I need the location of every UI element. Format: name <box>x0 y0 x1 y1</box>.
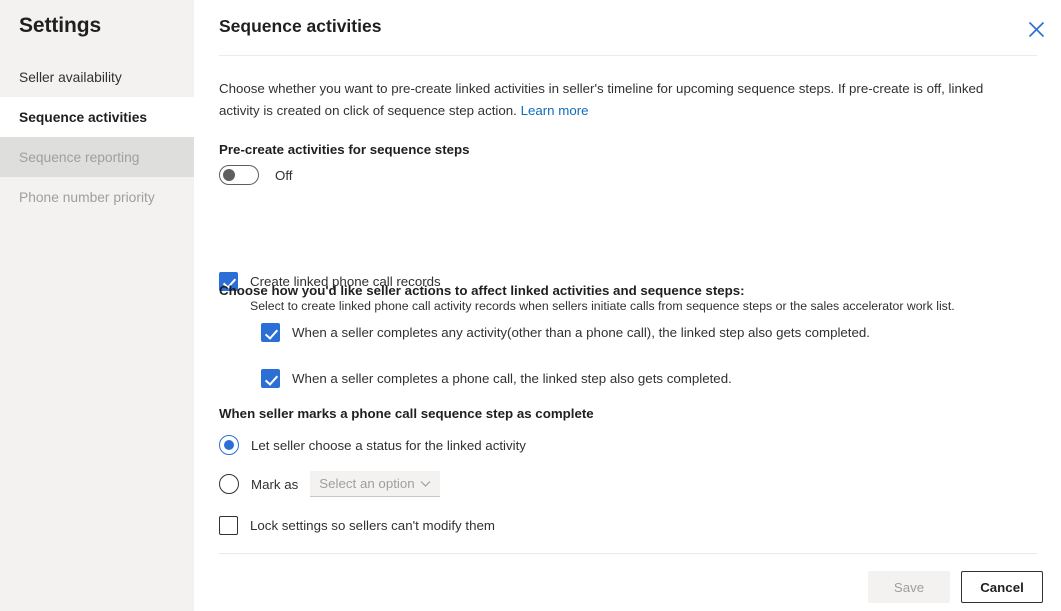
lock-settings-checkbox[interactable] <box>219 516 238 535</box>
sidebar-item-label: Seller availability <box>19 70 122 85</box>
seller-actions-heading: Choose how you'd like seller actions to … <box>219 283 745 298</box>
panel-content: Choose whether you want to pre-create li… <box>219 78 1039 122</box>
sidebar-item-label: Sequence reporting <box>19 150 139 165</box>
sidebar-item-sequence-activities[interactable]: Sequence activities <box>0 97 194 137</box>
intro-body: Choose whether you want to pre-create li… <box>219 81 983 118</box>
header-divider <box>219 55 1037 56</box>
footer-divider <box>219 553 1037 554</box>
let-seller-choose-label: Let seller choose a status for the linke… <box>251 438 526 453</box>
mark-as-radio[interactable] <box>219 474 239 494</box>
mark-as-dropdown-value: Select an option <box>319 476 419 491</box>
lock-settings-row[interactable]: Lock settings so sellers can't modify th… <box>219 516 495 535</box>
sidebar-item-seller-availability[interactable]: Seller availability <box>0 57 194 97</box>
settings-sidebar: Settings Seller availability Sequence ac… <box>0 0 194 611</box>
seller-action-option-row[interactable]: When a seller completes a phone call, th… <box>261 369 870 388</box>
seller-action-any-activity-checkbox[interactable] <box>261 323 280 342</box>
mark-complete-radio-group: Let seller choose a status for the linke… <box>219 435 526 497</box>
mark-as-dropdown[interactable]: Select an option <box>310 471 440 497</box>
toggle-knob <box>223 169 235 181</box>
panel-header: Sequence activities <box>194 0 1061 55</box>
precreate-toggle[interactable] <box>219 165 259 185</box>
sidebar-title: Settings <box>19 14 101 38</box>
sidebar-item-phone-number-priority[interactable]: Phone number priority <box>0 177 194 217</box>
lock-settings-label: Lock settings so sellers can't modify th… <box>250 516 495 535</box>
chevron-down-icon <box>419 477 432 490</box>
close-button[interactable] <box>1020 13 1052 45</box>
close-icon <box>1028 21 1045 38</box>
seller-actions-options: When a seller completes any activity(oth… <box>261 323 870 388</box>
sidebar-item-label: Phone number priority <box>19 190 155 205</box>
radio-row-let-seller-choose[interactable]: Let seller choose a status for the linke… <box>219 435 526 455</box>
seller-action-option-label: When a seller completes any activity(oth… <box>292 323 870 342</box>
toggle-state-label: Off <box>275 168 293 183</box>
save-button[interactable]: Save <box>868 571 950 603</box>
sidebar-item-label: Sequence activities <box>19 110 147 125</box>
precreate-heading: Pre-create activities for sequence steps <box>219 142 470 157</box>
create-linked-records-description: Select to create linked phone call activ… <box>250 297 1039 315</box>
let-seller-choose-radio[interactable] <box>219 435 239 455</box>
seller-action-option-label: When a seller completes a phone call, th… <box>292 369 732 388</box>
seller-action-phone-call-checkbox[interactable] <box>261 369 280 388</box>
mark-complete-heading: When seller marks a phone call sequence … <box>219 406 594 421</box>
seller-action-option-row[interactable]: When a seller completes any activity(oth… <box>261 323 870 342</box>
sidebar-item-sequence-reporting[interactable]: Sequence reporting <box>0 137 194 177</box>
panel-footer: Save Cancel <box>868 571 1043 603</box>
mark-as-label: Mark as <box>251 477 298 492</box>
sidebar-nav-list: Seller availability Sequence activities … <box>0 57 194 217</box>
intro-text: Choose whether you want to pre-create li… <box>219 78 1027 122</box>
radio-row-mark-as[interactable]: Mark as Select an option <box>219 471 526 497</box>
cancel-button[interactable]: Cancel <box>961 571 1043 603</box>
learn-more-link[interactable]: Learn more <box>521 103 589 118</box>
page-title: Sequence activities <box>219 16 381 37</box>
settings-panel: Sequence activities Choose whether you w… <box>194 0 1061 611</box>
precreate-toggle-row: Off <box>219 165 293 185</box>
